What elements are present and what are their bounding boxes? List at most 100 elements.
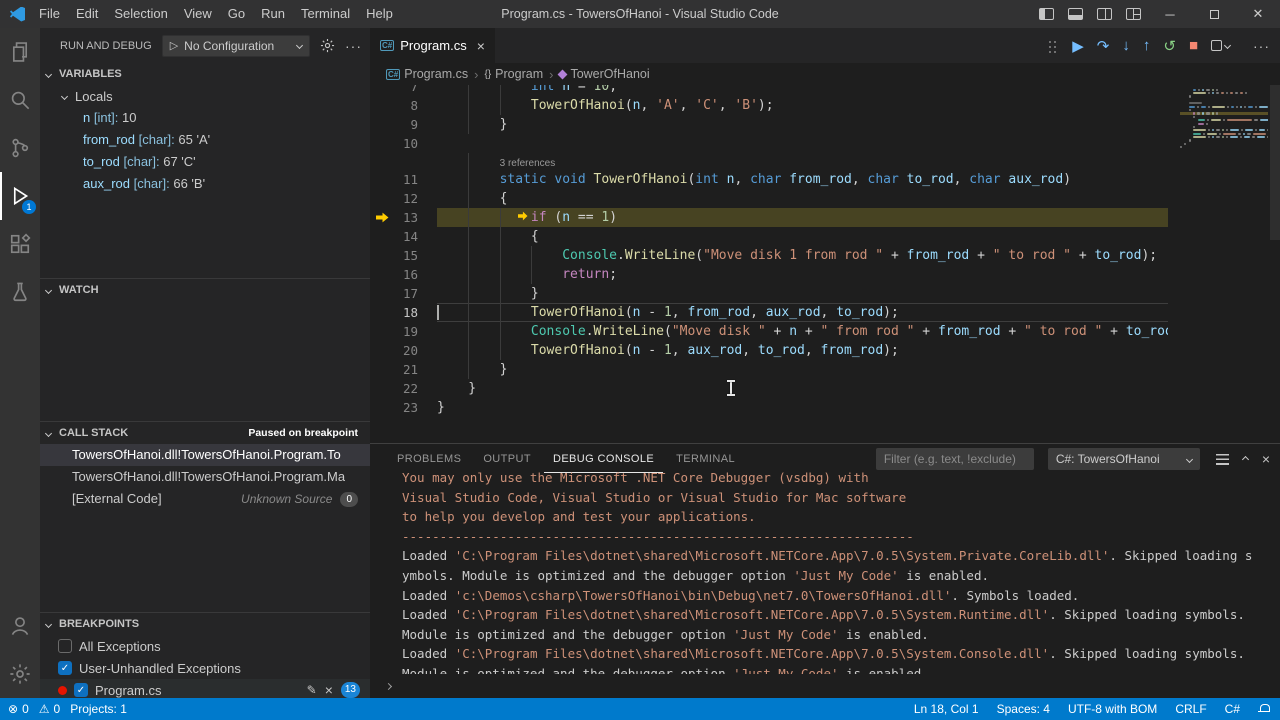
close-button[interactable]: ✕ (1236, 0, 1280, 28)
customize-layout-icon[interactable] (1126, 8, 1141, 20)
extensions-icon[interactable] (0, 220, 40, 268)
code-line[interactable]: 13if (n == 1) (370, 208, 1280, 227)
testing-icon[interactable] (0, 268, 40, 316)
glyph-margin[interactable] (370, 96, 392, 115)
glyph-margin[interactable] (370, 322, 392, 341)
glyph-margin[interactable] (370, 134, 392, 153)
code-line[interactable]: 7int n = 10; (370, 85, 1280, 96)
maximize-panel-icon[interactable] (1242, 455, 1249, 462)
menu-run[interactable]: Run (253, 0, 293, 28)
breakpoints-pane-header[interactable]: BREAKPOINTS (40, 613, 370, 635)
continue-icon[interactable]: ▶ (1072, 37, 1084, 55)
glyph-margin[interactable] (370, 115, 392, 134)
drag-handle-icon[interactable] (1049, 41, 1051, 43)
maximize-button[interactable] (1192, 0, 1236, 28)
settings-icon[interactable] (0, 650, 40, 698)
language-mode[interactable]: C# (1225, 702, 1240, 716)
breadcrumb-item-towerofhanoi[interactable]: TowerOfHanoi (559, 67, 649, 81)
code-line[interactable]: 15Console.WriteLine("Move disk 1 from ro… (370, 246, 1280, 265)
eol-sequence[interactable]: CRLF (1175, 702, 1206, 716)
start-debugging-icon[interactable]: ▷ (170, 39, 178, 52)
editor-scrollbar[interactable] (1270, 85, 1280, 240)
close-icon[interactable]: × (477, 38, 485, 54)
glyph-margin[interactable] (370, 360, 392, 379)
glyph-margin[interactable] (370, 227, 392, 246)
toggle-secondary-sidebar-icon[interactable] (1097, 8, 1112, 20)
explorer-icon[interactable] (0, 28, 40, 76)
code-line[interactable]: 19Console.WriteLine("Move disk " + n + "… (370, 322, 1280, 341)
glyph-margin[interactable] (370, 85, 392, 96)
restart-icon[interactable]: ↺ (1163, 37, 1176, 55)
step-over-icon[interactable]: ↷ (1097, 37, 1110, 55)
menu-view[interactable]: View (176, 0, 220, 28)
source-control-icon[interactable] (0, 124, 40, 172)
variable-row[interactable]: aux_rod [char]: 66 'B' (40, 173, 370, 195)
toggle-panel-icon[interactable] (1068, 8, 1083, 20)
minimap[interactable] (1180, 88, 1268, 149)
glyph-margin[interactable] (370, 153, 392, 170)
glyph-margin[interactable] (370, 265, 392, 284)
code-line[interactable]: 22} (370, 379, 1280, 398)
breakpoint-row[interactable]: ✓Program.cs✎×13 (40, 679, 370, 698)
glyph-margin[interactable] (370, 284, 392, 303)
breakpoint-row[interactable]: ✓User-Unhandled Exceptions (40, 657, 370, 679)
variables-pane-header[interactable]: VARIABLES (40, 63, 370, 85)
console-filter-input[interactable] (876, 448, 1034, 470)
code-line[interactable]: 10 (370, 134, 1280, 153)
call-stack-pane-header[interactable]: CALL STACK Paused on breakpoint (40, 422, 370, 444)
code-line[interactable]: 12{ (370, 189, 1280, 208)
code-line[interactable]: 18TowerOfHanoi(n - 1, from_rod, aux_rod,… (370, 303, 1280, 322)
code-line[interactable]: 14{ (370, 227, 1280, 246)
code-line[interactable]: 17} (370, 284, 1280, 303)
search-icon[interactable] (0, 76, 40, 124)
call-stack-frame[interactable]: TowersOfHanoi.dll!TowersOfHanoi.Program.… (40, 466, 370, 488)
breakpoint-row[interactable]: All Exceptions (40, 635, 370, 657)
glyph-margin[interactable] (370, 208, 392, 227)
code-line[interactable]: 11static void TowerOfHanoi(int n, char f… (370, 170, 1280, 189)
menu-edit[interactable]: Edit (68, 0, 106, 28)
menu-go[interactable]: Go (220, 0, 253, 28)
more-actions-icon[interactable]: ··· (345, 38, 362, 54)
glyph-margin[interactable] (370, 379, 392, 398)
code-line[interactable]: 21} (370, 360, 1280, 379)
code-line[interactable]: 20TowerOfHanoi(n - 1, aux_rod, to_rod, f… (370, 341, 1280, 360)
menu-help[interactable]: Help (358, 0, 401, 28)
minimize-button[interactable]: ─ (1148, 0, 1192, 28)
toggle-sidebar-icon[interactable] (1039, 8, 1054, 20)
menu-terminal[interactable]: Terminal (293, 0, 358, 28)
glyph-margin[interactable] (370, 170, 392, 189)
problems-errors[interactable]: ⊗0 (8, 702, 29, 716)
console-options-icon[interactable] (1216, 454, 1229, 465)
indentation[interactable]: Spaces: 4 (997, 702, 1050, 716)
edit-breakpoint-icon[interactable]: ✎ (307, 683, 317, 697)
run-debug-icon[interactable]: 1 (0, 172, 40, 220)
stop-icon[interactable]: ■ (1189, 37, 1198, 54)
checkbox[interactable]: ✓ (74, 683, 88, 697)
projects-indicator[interactable]: Projects: 1 (70, 702, 127, 716)
breadcrumb-item-program[interactable]: {}Program (484, 67, 543, 81)
watch-pane-header[interactable]: WATCH (40, 279, 370, 301)
glyph-margin[interactable] (370, 189, 392, 208)
glyph-margin[interactable] (370, 303, 392, 322)
code-line[interactable]: 23} (370, 398, 1280, 417)
code-line[interactable]: 8TowerOfHanoi(n, 'A', 'C', 'B'); (370, 96, 1280, 115)
menu-selection[interactable]: Selection (106, 0, 175, 28)
gear-icon[interactable] (320, 38, 335, 53)
menu-file[interactable]: File (31, 0, 68, 28)
call-stack-frame[interactable]: TowersOfHanoi.dll!TowersOfHanoi.Program.… (40, 444, 370, 466)
variable-row[interactable]: from_rod [char]: 65 'A' (40, 129, 370, 151)
variables-scope-locals[interactable]: Locals (40, 85, 370, 107)
code-line[interactable]: 9} (370, 115, 1280, 134)
encoding[interactable]: UTF-8 with BOM (1068, 702, 1157, 716)
editor-run-menu-icon[interactable] (1211, 40, 1230, 51)
variable-row[interactable]: to_rod [char]: 67 'C' (40, 151, 370, 173)
problems-warnings[interactable]: ⚠0 (39, 702, 60, 716)
close-panel-icon[interactable]: × (1262, 452, 1270, 466)
glyph-margin[interactable] (370, 341, 392, 360)
variable-row[interactable]: n [int]: 10 (40, 107, 370, 129)
step-into-icon[interactable]: ↓ (1122, 37, 1130, 54)
debug-session-dropdown[interactable]: C#: TowersOfHanoi (1048, 448, 1200, 470)
debug-config-dropdown[interactable]: ▷ No Configuration (162, 35, 310, 57)
step-out-icon[interactable]: ↑ (1143, 37, 1151, 54)
notifications-bell[interactable] (1258, 702, 1270, 716)
